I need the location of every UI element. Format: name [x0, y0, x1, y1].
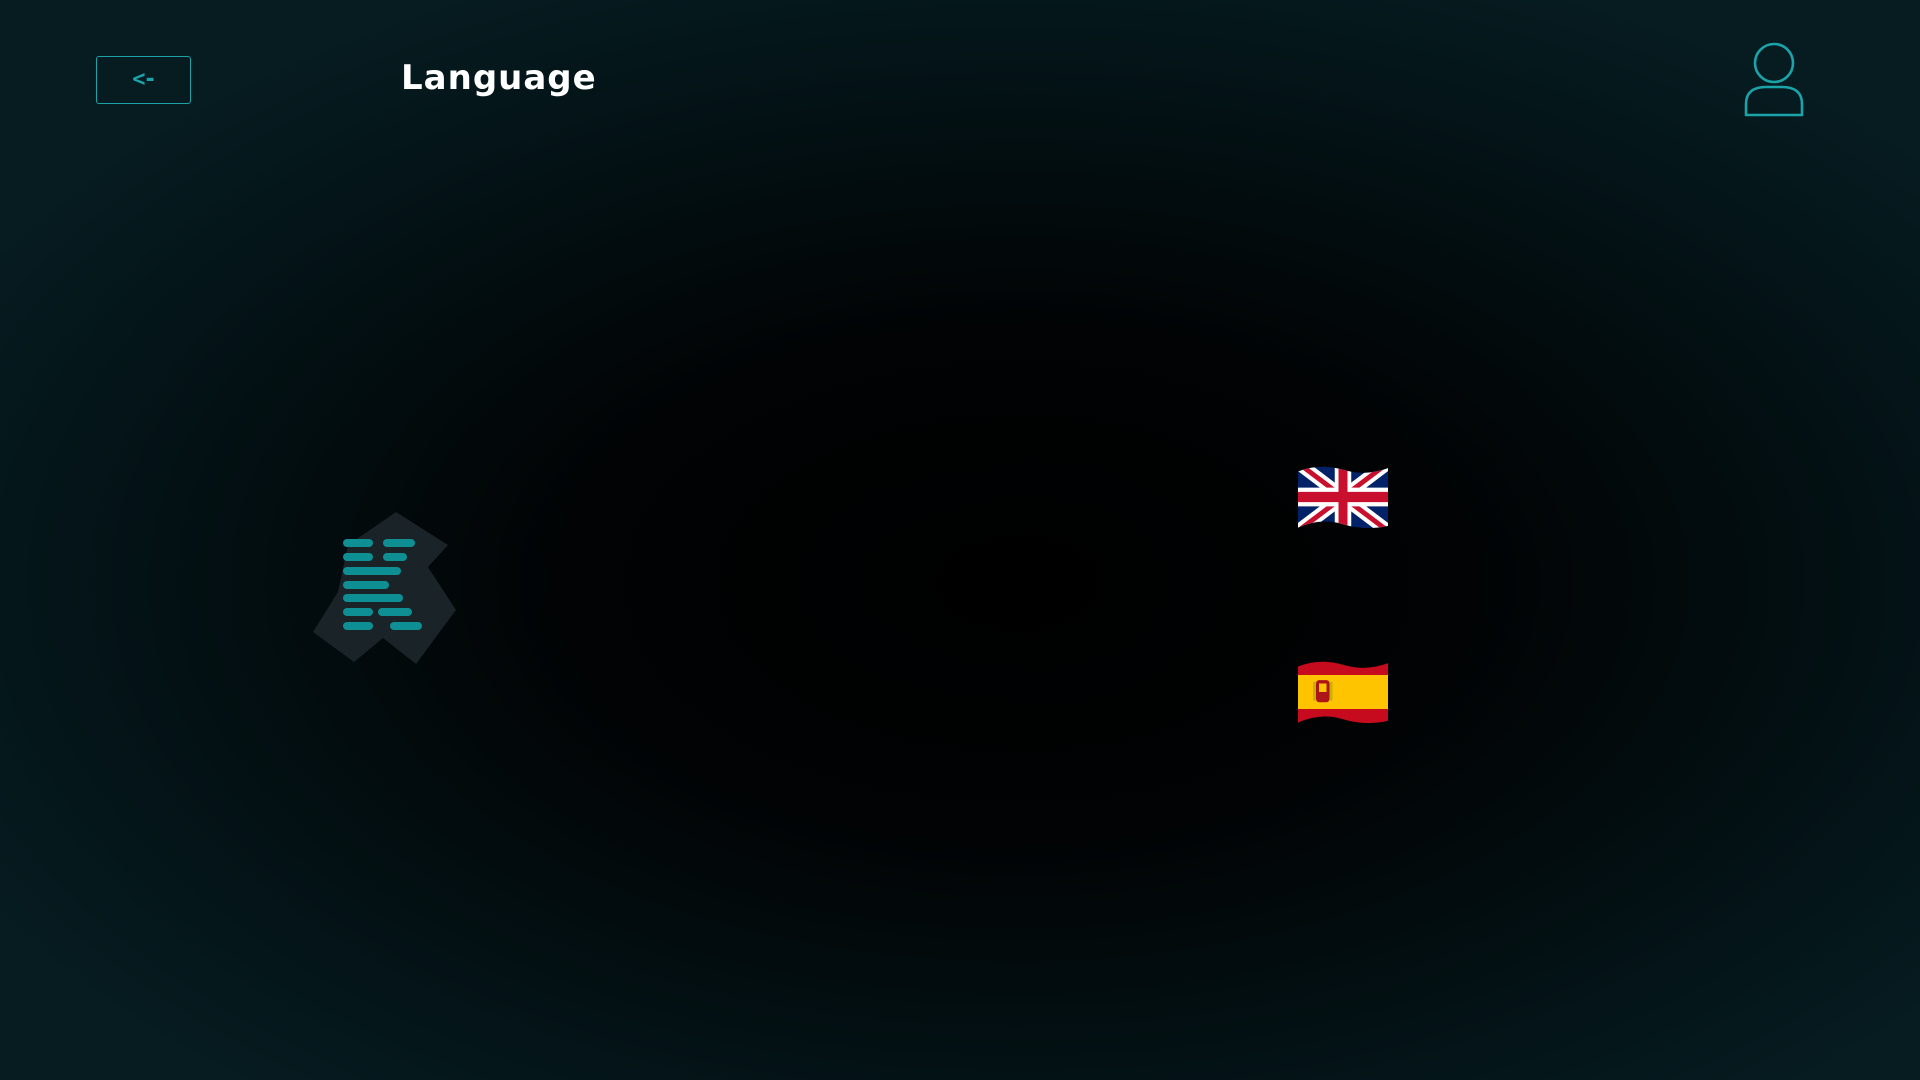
back-arrow-label: <-	[132, 67, 156, 92]
uk-flag-icon	[1298, 466, 1388, 529]
user-profile-icon[interactable]	[1740, 42, 1808, 118]
english-language-option[interactable]	[1298, 463, 1388, 531]
spain-flag-icon	[1298, 661, 1388, 724]
back-button[interactable]: <-	[96, 56, 191, 104]
page-title: Language	[401, 58, 597, 98]
app-logo-icon	[308, 510, 458, 665]
spanish-language-option[interactable]	[1298, 658, 1388, 726]
